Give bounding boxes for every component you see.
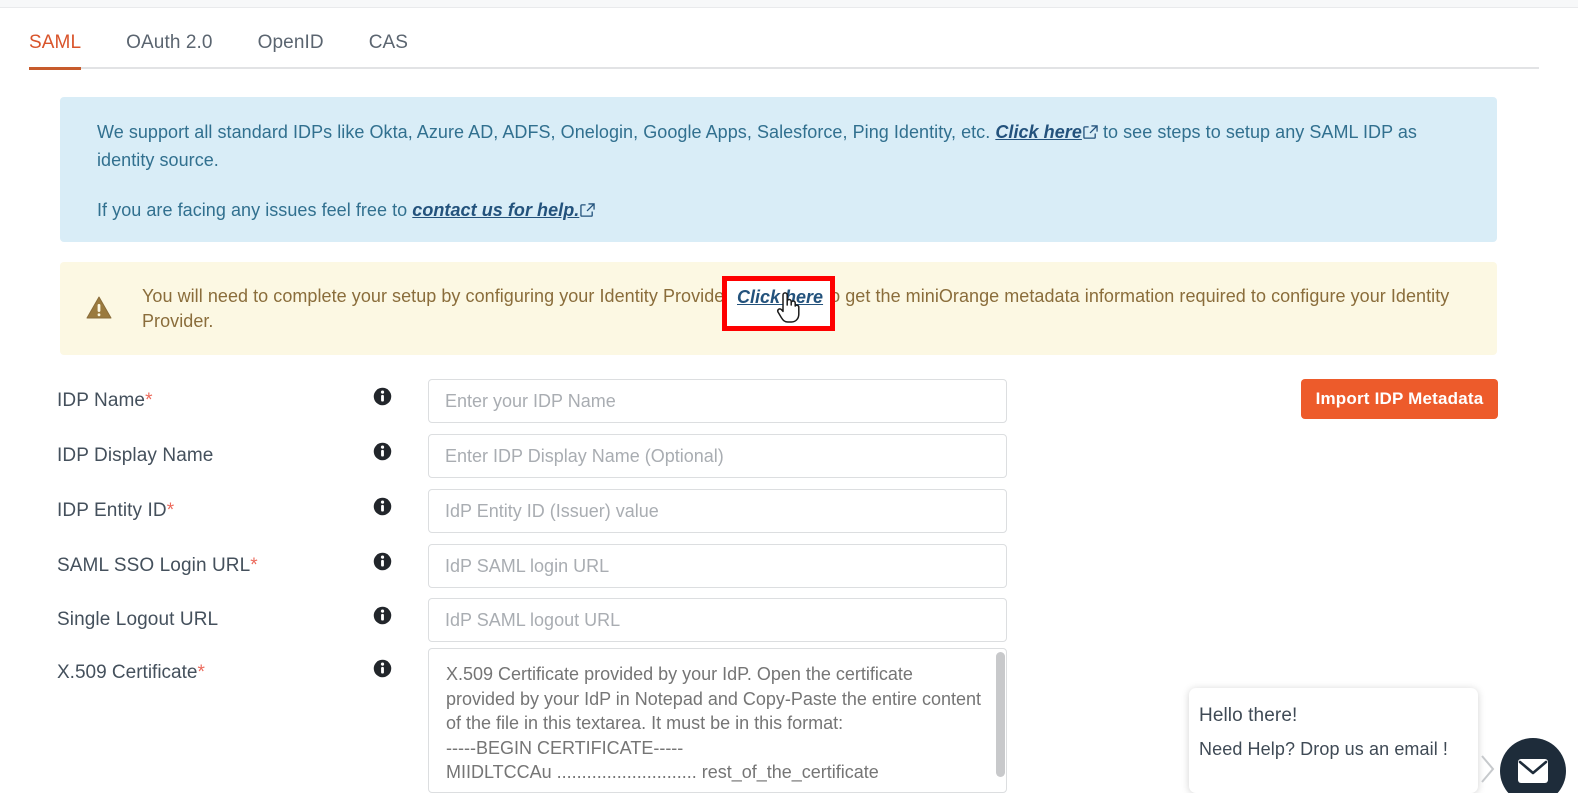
saml-sso-login-url-label-text: SAML SSO Login URL	[57, 555, 251, 576]
saml-sso-login-url-label: SAML SSO Login URL*	[57, 555, 258, 577]
tab-saml[interactable]: SAML	[29, 9, 82, 70]
idp-name-label: IDP Name*	[57, 390, 153, 412]
saml-sso-login-url-input[interactable]	[428, 544, 1007, 588]
tab-cas[interactable]: CAS	[369, 9, 408, 68]
required-marker: *	[197, 662, 205, 683]
info-banner-help-text: If you are facing any issues feel free t…	[97, 200, 413, 220]
required-marker: *	[166, 500, 175, 521]
import-idp-metadata-button[interactable]: Import IDP Metadata	[1301, 379, 1498, 419]
form-row-idp-entity-id: IDP Entity ID*	[57, 489, 1517, 543]
idp-display-name-label-text: IDP Display Name	[57, 445, 214, 466]
form-row-idp-name: IDP Name*	[57, 379, 1517, 433]
required-marker: *	[250, 555, 258, 576]
tab-list: SAML OAuth 2.0 OpenID CAS	[29, 9, 453, 70]
form-row-idp-display-name: IDP Display Name	[57, 434, 1517, 488]
info-icon[interactable]	[373, 387, 392, 406]
info-icon[interactable]	[373, 497, 392, 516]
x509-certificate-textarea[interactable]	[428, 648, 1007, 793]
single-logout-url-input[interactable]	[428, 598, 1007, 642]
external-link-icon	[580, 199, 596, 225]
info-icon[interactable]	[373, 442, 392, 461]
info-banner-text-before-link: We support all standard IDPs like Okta, …	[97, 122, 996, 142]
single-logout-url-label: Single Logout URL	[57, 609, 218, 631]
idp-entity-id-input[interactable]	[428, 489, 1007, 533]
required-marker: *	[145, 390, 153, 411]
tab-openid[interactable]: OpenID	[258, 9, 324, 68]
single-logout-url-label-text: Single Logout URL	[57, 609, 219, 630]
form-row-saml-sso-login-url: SAML SSO Login URL*	[57, 544, 1517, 598]
saml-idp-configuration-page: SAML OAuth 2.0 OpenID CAS We support all…	[0, 0, 1578, 793]
protocol-tab-bar: SAML OAuth 2.0 OpenID CAS	[0, 9, 1578, 70]
x509-certificate-label: X.509 Certificate*	[57, 662, 205, 684]
info-banner: We support all standard IDPs like Okta, …	[60, 97, 1497, 242]
tab-openid-label: OpenID	[257, 32, 324, 53]
info-icon[interactable]	[373, 552, 392, 571]
mouse-cursor-pointer-icon	[775, 292, 801, 324]
idp-name-label-text: IDP Name	[57, 390, 146, 411]
contact-us-label: contact us for help.	[412, 200, 580, 220]
tab-oauth2-label: OAuth 2.0	[126, 32, 213, 53]
info-icon[interactable]	[373, 606, 392, 625]
chat-greeting-bubble[interactable]: Hello there! Need Help? Drop us an email…	[1189, 688, 1478, 793]
info-icon[interactable]	[373, 659, 392, 678]
top-strip	[0, 0, 1578, 8]
info-banner-line-2: If you are facing any issues feel free t…	[97, 197, 1467, 225]
idp-display-name-input[interactable]	[428, 434, 1007, 478]
warning-text-before-link: You will need to complete your setup by …	[142, 286, 740, 306]
chat-greeting-text: Hello there!	[1199, 705, 1298, 726]
x509-certificate-label-text: X.509 Certificate	[57, 662, 198, 683]
form-row-single-logout-url: Single Logout URL	[57, 598, 1517, 652]
info-banner-click-here-link[interactable]: Click here	[995, 122, 1082, 142]
idp-entity-id-label: IDP Entity ID*	[57, 500, 174, 522]
idp-name-input[interactable]	[428, 379, 1007, 423]
info-banner-line-1: We support all standard IDPs like Okta, …	[97, 119, 1467, 173]
contact-us-link[interactable]: contact us for help.	[412, 200, 579, 220]
chat-email-button[interactable]	[1500, 738, 1566, 793]
info-banner-click-here-label: Click here	[995, 122, 1082, 142]
x509-certificate-textarea-wrapper	[428, 648, 1007, 793]
tab-saml-label: SAML	[29, 32, 82, 53]
chevron-right-icon	[1478, 752, 1498, 786]
idp-display-name-label: IDP Display Name	[57, 445, 213, 467]
external-link-icon	[1083, 121, 1098, 147]
chat-prompt-text: Need Help? Drop us an email !	[1199, 739, 1449, 759]
idp-entity-id-label-text: IDP Entity ID	[57, 500, 167, 521]
tab-oauth2[interactable]: OAuth 2.0	[126, 9, 212, 68]
textarea-scrollbar[interactable]	[996, 652, 1005, 777]
envelope-icon	[1518, 759, 1548, 783]
tab-cas-label: CAS	[368, 32, 409, 53]
warning-triangle-icon	[86, 296, 112, 320]
